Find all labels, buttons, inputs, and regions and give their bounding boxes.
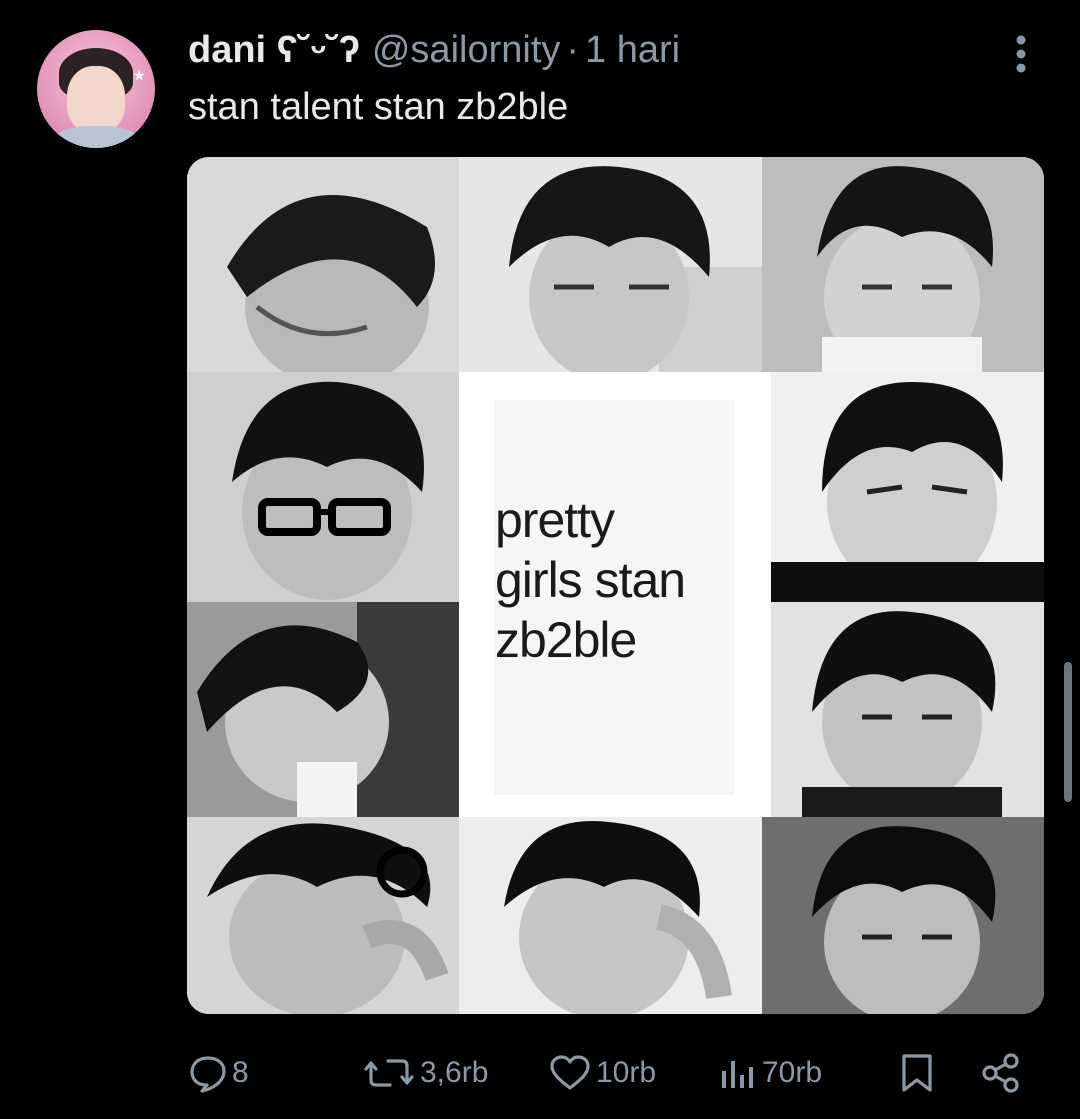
photo-tile-6 bbox=[187, 602, 459, 817]
photo-tile-10 bbox=[762, 817, 1044, 1014]
photo-tile-3 bbox=[762, 157, 1044, 372]
share-button[interactable] bbox=[980, 1045, 1022, 1101]
bookmark-button[interactable] bbox=[899, 1045, 935, 1101]
reply-button[interactable]: 8 bbox=[188, 1045, 249, 1101]
like-count: 10rb bbox=[596, 1056, 657, 1089]
photo-tile-1 bbox=[187, 157, 459, 372]
photo-tile-2 bbox=[459, 157, 762, 372]
image-caption-line-2: girls stan bbox=[495, 552, 686, 608]
image-caption-line-3: zb2ble bbox=[495, 612, 637, 668]
share-icon bbox=[980, 1052, 1022, 1094]
display-name[interactable]: dani ʕ˘ᵕ˘ʔ bbox=[188, 29, 360, 72]
photo-tile-8 bbox=[187, 817, 459, 1014]
views-count: 70rb bbox=[762, 1056, 823, 1089]
reply-icon bbox=[188, 1053, 228, 1093]
scrollbar[interactable] bbox=[1064, 662, 1072, 802]
more-vertical-icon[interactable] bbox=[1007, 34, 1035, 74]
photo-tile-5 bbox=[762, 372, 1044, 602]
tweet-media[interactable]: pretty girls stan zb2ble bbox=[187, 157, 1044, 1014]
reply-count: 8 bbox=[232, 1056, 249, 1089]
image-caption-card: pretty girls stan zb2ble bbox=[459, 372, 771, 817]
photo-tile-7 bbox=[762, 602, 1044, 817]
timestamp[interactable]: 1 hari bbox=[585, 29, 680, 72]
tweet-text: stan talent stan zb2ble bbox=[188, 86, 569, 128]
repost-count: 3,6rb bbox=[420, 1056, 489, 1089]
repost-button[interactable]: 3,6rb bbox=[362, 1045, 488, 1101]
avatar[interactable]: ★ bbox=[37, 30, 155, 148]
views-button[interactable]: 70rb bbox=[718, 1045, 822, 1101]
separator-dot: · bbox=[566, 28, 580, 71]
heart-icon bbox=[548, 1053, 592, 1093]
avatar-body bbox=[53, 126, 141, 148]
repost-icon bbox=[362, 1053, 416, 1093]
photo-tile-9 bbox=[459, 817, 762, 1014]
user-handle[interactable]: @sailornity bbox=[372, 29, 561, 72]
views-icon bbox=[718, 1053, 758, 1093]
like-button[interactable]: 10rb bbox=[548, 1045, 656, 1101]
star-icon: ★ bbox=[133, 67, 146, 83]
bookmark-icon bbox=[899, 1052, 935, 1094]
tweet-header: dani ʕ˘ᵕ˘ʔ @sailornity · 1 hari bbox=[188, 26, 680, 74]
photo-tile-4 bbox=[187, 372, 459, 602]
image-caption-text: pretty girls stan zb2ble bbox=[495, 490, 686, 670]
image-caption-line-1: pretty bbox=[495, 492, 615, 548]
avatar-face bbox=[67, 66, 125, 132]
